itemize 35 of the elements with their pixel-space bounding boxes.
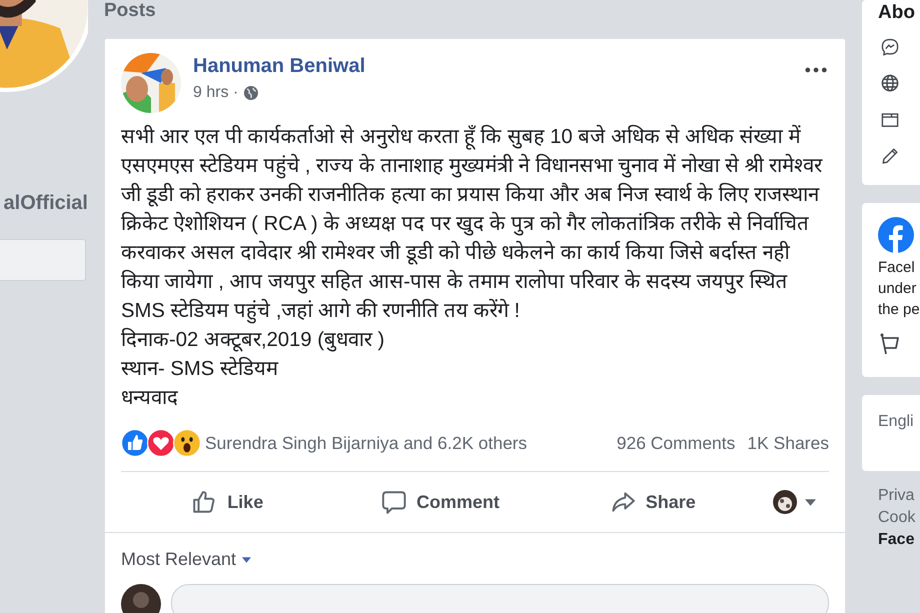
share-button[interactable]: Share	[546, 483, 760, 521]
reaction-summary[interactable]: Surendra Singh Bijarniya and 6.2K others	[205, 432, 528, 454]
speech-bubble-icon	[380, 489, 406, 515]
post-text: सभी आर एल पी कार्यकर्ताओ से अनुरोध करता हूँ कि सुबह 10 बजे अधिक से अधिक संख्या में एसएमएस स्टेडियम पहुंचे , राज्य के तानाशाह मुख्यमंत्री ने विधानसभा चुनाव में नोखा से श्री रामेश्वर जी डूडी को हराकर उनकी राजनीतिक हत्या का प्रयास किया और अब निज स्वार्थ के लिए राजस्थान क्रिकेट ऐशोशियन ( RCA ) के अध्यक्ष पद पर खुद के पुत्र को गैर लोकतांत्रिक तरीके से निर्वाचित करवाकर असल दावेदार श्री रामेश्वर जी डूडी को पीछे धकेलने का कार्य किया जिसे बर्दास्त नही किया जायेगा , आप जयपुर सहित आस-पास के तमाम रालोपा परिवार के सदस्य जयपुर स्थित SMS स्टेडियम पहुंचे ,जहां आगे की रणनीति तय करेंगे !	[121, 124, 824, 326]
timestamp[interactable]: 9 hrs ·	[193, 84, 238, 102]
globe-icon	[243, 85, 260, 101]
surprised-reaction-icon[interactable]	[173, 429, 201, 457]
comment-field[interactable]	[171, 584, 829, 613]
info-text: the pe	[878, 300, 920, 320]
like-button[interactable]: Like	[121, 483, 334, 521]
footer-link[interactable]: Priva	[878, 485, 920, 507]
language-link[interactable]: Engli	[878, 413, 920, 431]
caret-icon[interactable]	[804, 498, 816, 506]
section-title: Abo	[878, 2, 916, 24]
comment-sort-link[interactable]: Most Relevant	[121, 549, 236, 570]
post-text: स्थान- SMS स्टेडियम	[121, 356, 280, 382]
more-options-icon[interactable]	[805, 67, 827, 73]
info-text: under	[878, 279, 918, 299]
comment-button[interactable]: Comment	[334, 483, 546, 521]
section-title: Posts	[104, 0, 157, 22]
footer-link[interactable]: Face	[878, 529, 920, 551]
comment-count[interactable]: 926 Comments	[616, 432, 736, 454]
info-text: Facel	[878, 258, 916, 278]
page-handle: alOfficial	[4, 192, 88, 215]
share-count[interactable]: 1K Shares	[747, 432, 829, 454]
f-logo-icon	[878, 217, 914, 253]
thumbs-up-icon	[191, 489, 218, 515]
like-reaction-icon[interactable]	[121, 429, 149, 457]
post-text: धन्यवाद	[121, 386, 179, 411]
author-name[interactable]: Hanuman Beniwal	[193, 55, 805, 78]
caret-icon[interactable]	[242, 556, 252, 562]
post-text: दिनाक-02 अक्टूबर,2019 (बुधवार )	[121, 326, 386, 354]
heart-reaction-icon[interactable]	[147, 429, 175, 457]
footer-link[interactable]: Cook	[878, 507, 920, 529]
flag-icon	[878, 332, 902, 356]
